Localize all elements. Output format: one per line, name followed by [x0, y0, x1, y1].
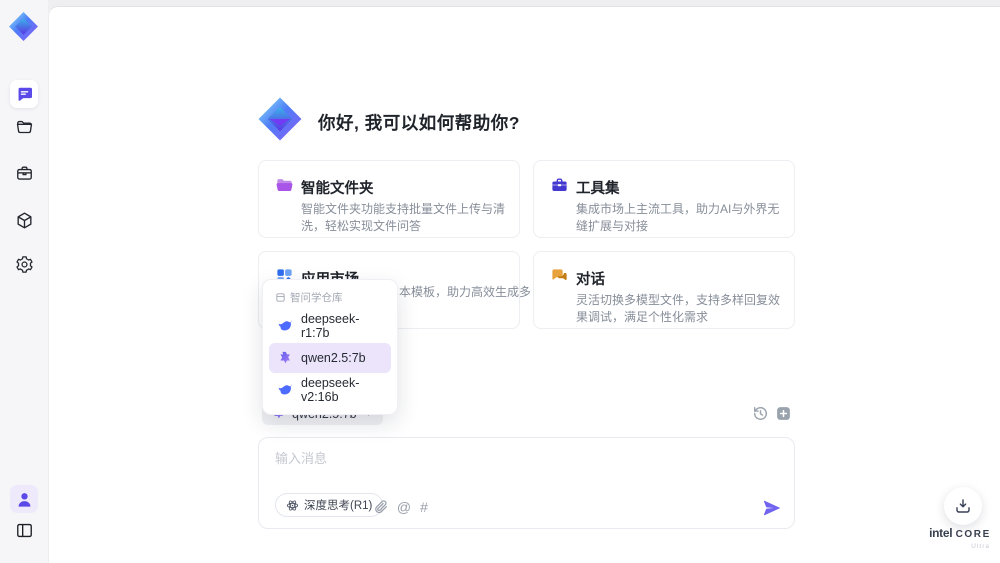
deep-think-toggle[interactable]: 深度思考(R1) — [275, 493, 384, 517]
model-option-label: qwen2.5:7b — [301, 351, 366, 365]
download-tray-icon — [956, 499, 970, 513]
app-logo-diamond[interactable] — [8, 11, 39, 42]
card-desc: 灵活切换多模型文件，支持多样回复效果调试，满足个性化需求 — [576, 293, 781, 324]
send-plane-icon[interactable] — [762, 498, 782, 518]
intel-core-badge: intel CORE Ultra — [924, 524, 996, 550]
history-icon[interactable] — [752, 405, 769, 422]
card-dialogue[interactable]: 对话 灵活切换多模型文件，支持多样回复效果调试，满足个性化需求 — [533, 251, 795, 329]
sidebar-item-chat[interactable] — [10, 80, 38, 108]
cube-icon — [16, 212, 32, 228]
new-chat-icon[interactable] — [775, 405, 792, 422]
qwen-icon — [280, 351, 290, 364]
model-option-label: deepseek-r1:7b — [301, 312, 360, 340]
greeting-logo — [257, 96, 303, 142]
model-dropdown-header-label: 智问学仓库 — [290, 292, 343, 304]
hash-icon[interactable]: # — [416, 499, 432, 515]
at-circle-icon[interactable]: @ — [396, 499, 412, 515]
app-window: 你好, 我可以如何帮助你? 智能文件夹 智能文件夹功能支持批量文件上传与清洗，轻… — [0, 0, 1000, 563]
card-smart-folder[interactable]: 智能文件夹 智能文件夹功能支持批量文件上传与清洗，轻松实现文件问答 — [258, 160, 520, 238]
folder-purple-icon — [276, 179, 293, 192]
app-logo-icon — [9, 12, 38, 41]
folder-icon — [16, 120, 32, 133]
sidebar-item-toolbox[interactable] — [10, 159, 38, 187]
intel-brand: intel — [929, 526, 953, 540]
deep-think-label: 深度思考(R1) — [304, 500, 373, 512]
panel-toggle-icon — [16, 523, 32, 537]
card-title: 智能文件夹 — [301, 181, 374, 197]
briefcase-indigo-icon — [552, 178, 567, 192]
chat-bubble-icon — [18, 87, 32, 101]
download-fab[interactable] — [944, 487, 982, 525]
model-dropdown-header: 智问学仓库 — [269, 288, 391, 311]
sidebar-item-user[interactable] — [10, 485, 38, 513]
atom-icon — [286, 499, 299, 511]
sidebar-item-panel-toggle[interactable] — [10, 516, 38, 544]
sidebar-item-apps[interactable] — [10, 206, 38, 234]
app-logo-icon — [258, 97, 302, 141]
deepseek-whale-icon — [278, 384, 293, 395]
card-desc-fragment: 本模板，助力高效生成多 — [399, 285, 532, 299]
gear-icon — [15, 255, 33, 273]
deepseek-whale-icon — [278, 320, 293, 331]
model-option-qwen[interactable]: qwen2.5:7b — [269, 343, 391, 373]
card-title: 工具集 — [576, 181, 620, 197]
card-toolset[interactable]: 工具集 集成市场上主流工具，助力AI与外界无缝扩展与对接 — [533, 160, 795, 238]
briefcase-icon — [16, 165, 32, 180]
card-title: 对话 — [576, 272, 605, 288]
composer: 输入消息 深度思考(R1) @ # — [258, 437, 795, 529]
chat-bubbles-amber-icon — [552, 269, 567, 280]
model-dropdown: 智问学仓库 deepseek-r1:7b qwen2.5:7b deepseek… — [262, 279, 398, 415]
greeting-title: 你好, 我可以如何帮助你? — [318, 113, 520, 133]
library-icon — [276, 293, 285, 302]
card-desc: 集成市场上主流工具，助力AI与外界无缝扩展与对接 — [576, 202, 780, 233]
paperclip-icon[interactable] — [373, 499, 389, 515]
message-input[interactable]: 输入消息 — [275, 448, 327, 467]
model-option-deepseek-v2[interactable]: deepseek-v2:16b — [269, 375, 391, 405]
user-icon — [18, 492, 30, 507]
intel-sub: Ultra — [971, 543, 990, 550]
model-option-label: deepseek-v2:16b — [301, 376, 360, 404]
intel-product: CORE — [955, 529, 991, 540]
card-desc: 智能文件夹功能支持批量文件上传与清洗，轻松实现文件问答 — [301, 202, 506, 233]
sidebar — [0, 0, 48, 563]
model-option-deepseek-r1[interactable]: deepseek-r1:7b — [269, 311, 391, 341]
sidebar-item-folders[interactable] — [10, 113, 38, 141]
sidebar-item-settings[interactable] — [10, 250, 38, 278]
